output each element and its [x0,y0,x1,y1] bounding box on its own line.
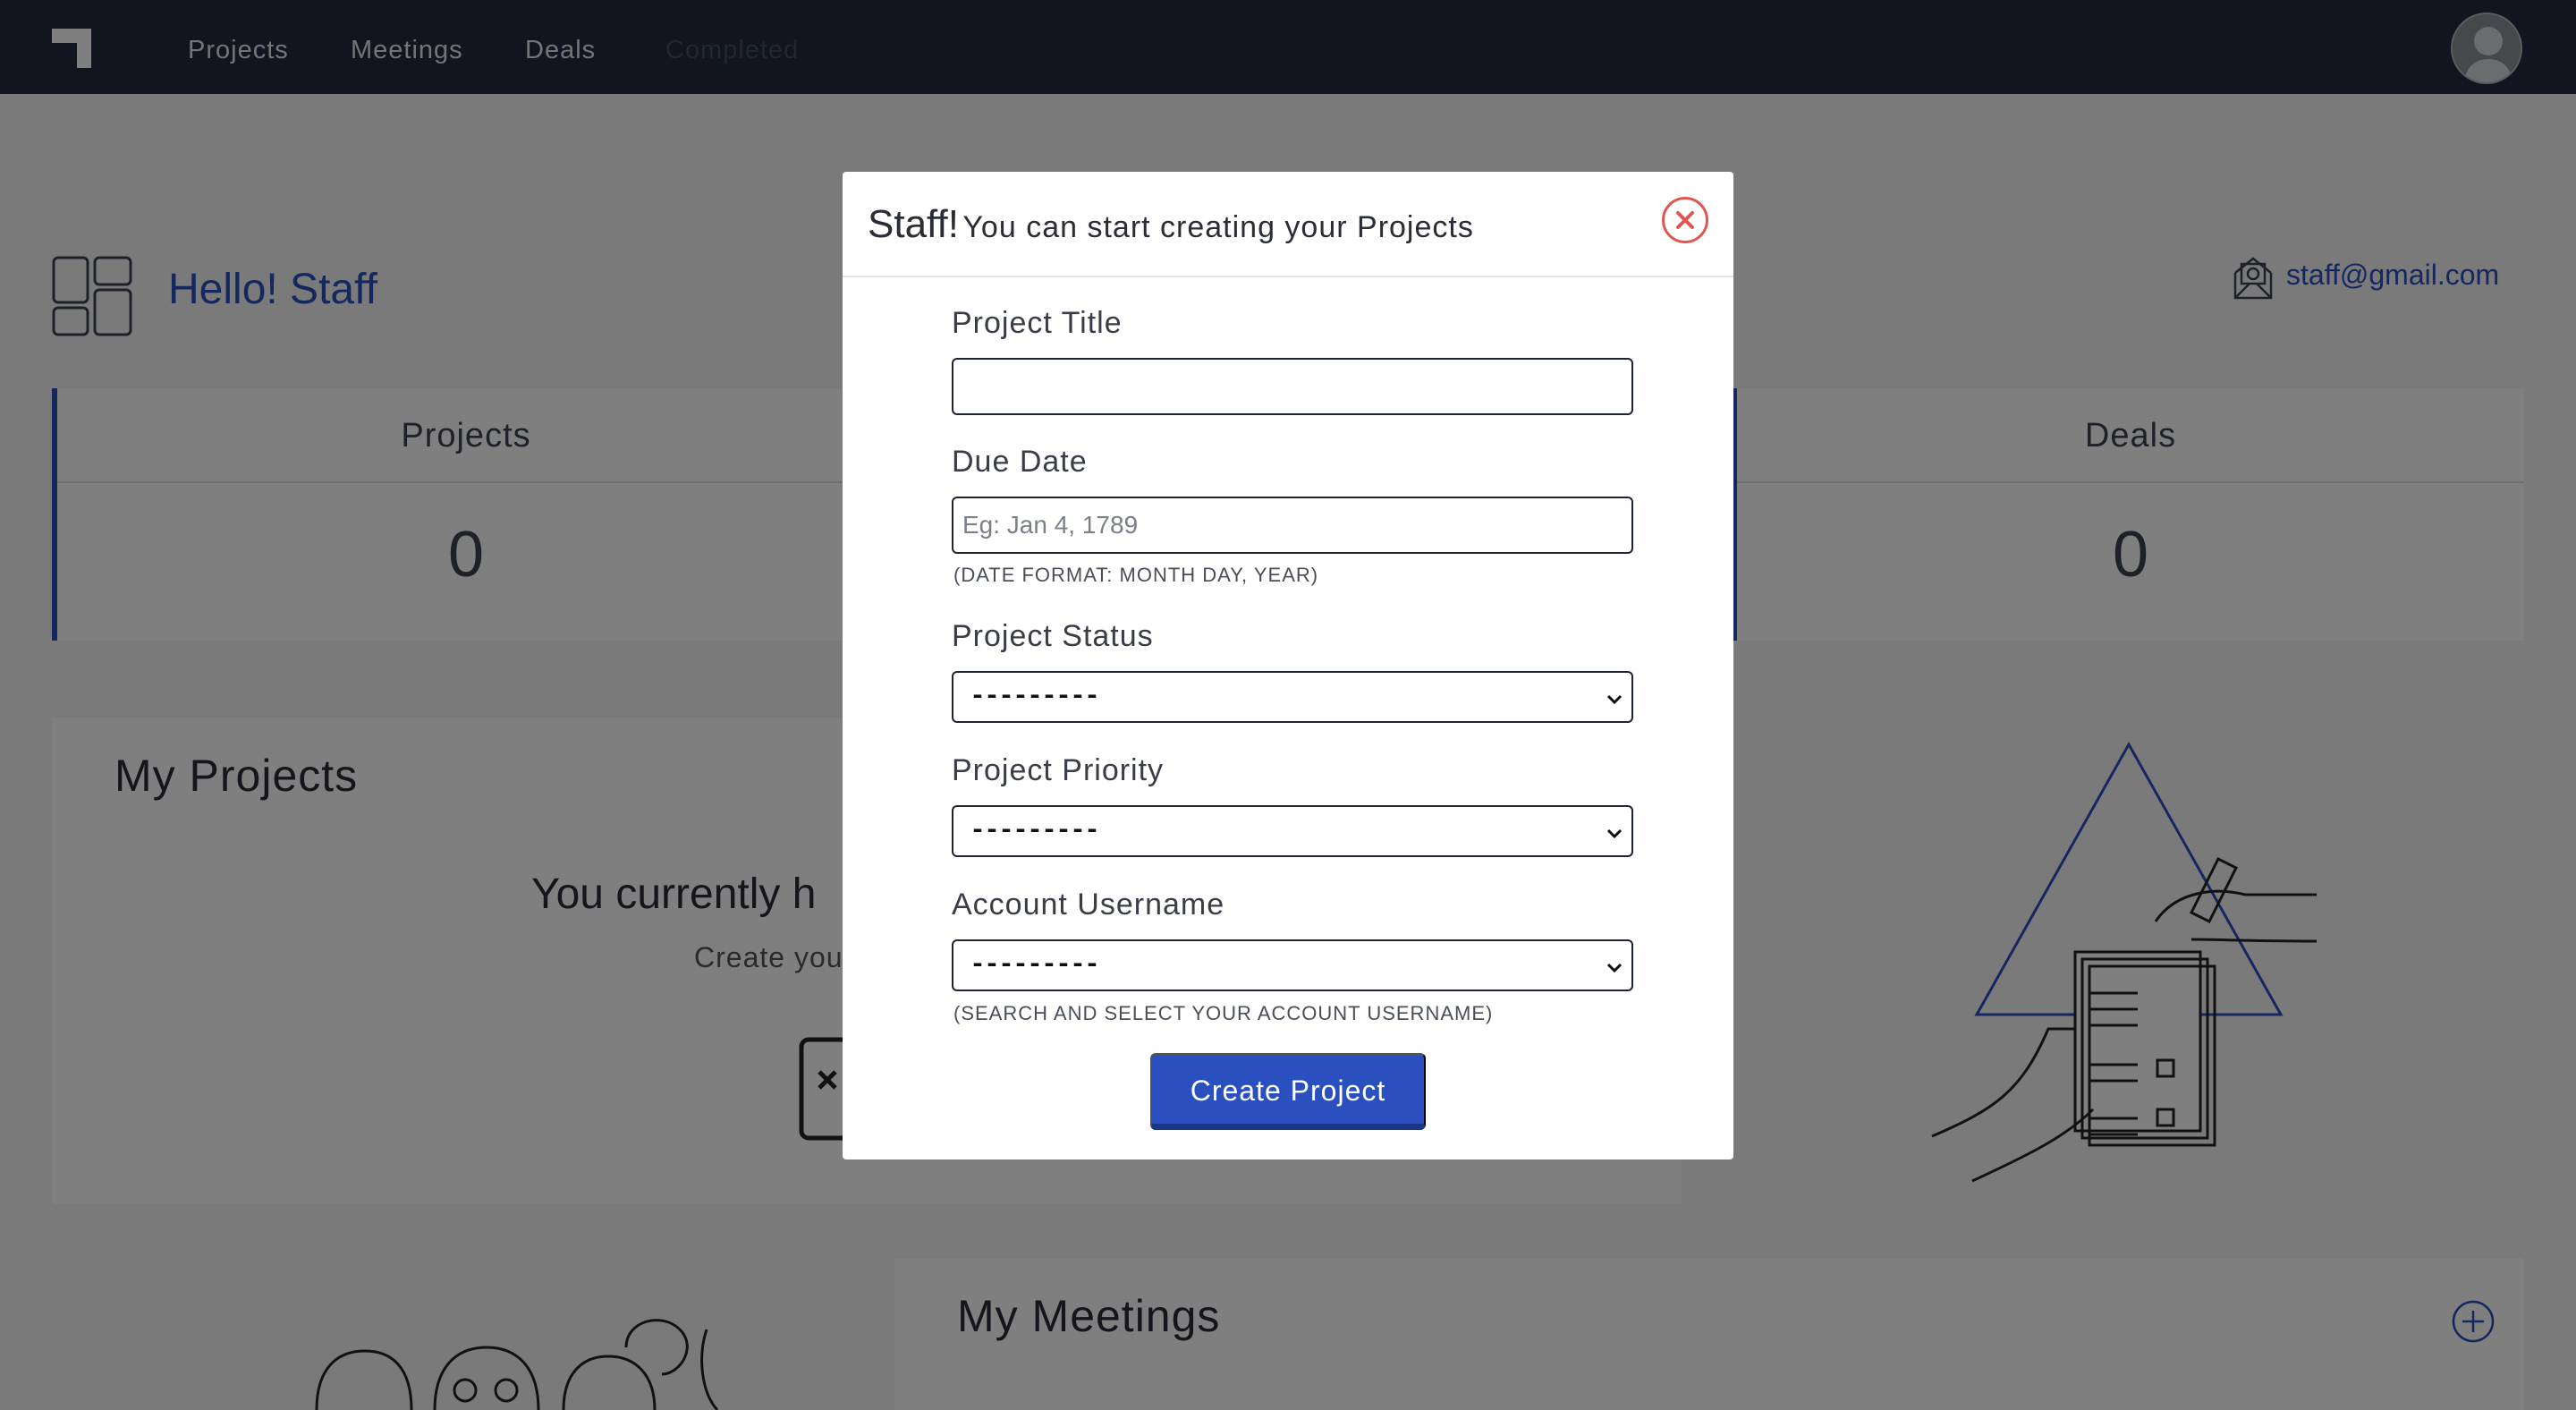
account-username-label: Account Username [952,888,1225,922]
account-username-hint: (SEARCH AND SELECT YOUR ACCOUNT USERNAME… [953,1002,1494,1024]
close-icon [1676,211,1694,229]
modal-title: Staff! You can start creating your Proje… [868,202,1474,247]
create-project-button[interactable]: Create Project [1150,1053,1426,1130]
chevron-down-icon [1606,828,1623,839]
due-date-input[interactable] [952,497,1633,554]
project-title-label: Project Title [952,306,1123,340]
account-username-value: --------- [970,950,1100,981]
modal-header: Staff! You can start creating your Proje… [843,172,1733,277]
project-status-select[interactable]: --------- [952,671,1633,723]
chevron-down-icon [1606,694,1623,705]
close-button[interactable] [1662,197,1708,243]
due-date-label: Due Date [952,445,1088,479]
modal-title-rest: You can start creating your Projects [962,210,1474,244]
chevron-down-icon [1606,963,1623,973]
project-status-label: Project Status [952,619,1154,653]
modal-title-strong: Staff! [868,202,959,246]
project-status-value: --------- [970,682,1100,712]
project-title-input[interactable] [952,358,1633,415]
project-priority-select[interactable]: --------- [952,805,1633,857]
account-username-select[interactable]: --------- [952,939,1633,991]
project-priority-value: --------- [970,816,1100,846]
create-project-modal: Staff! You can start creating your Proje… [843,172,1733,1159]
due-date-hint: (DATE FORMAT: MONTH DAY, YEAR) [953,564,1319,586]
project-priority-label: Project Priority [952,753,1165,787]
